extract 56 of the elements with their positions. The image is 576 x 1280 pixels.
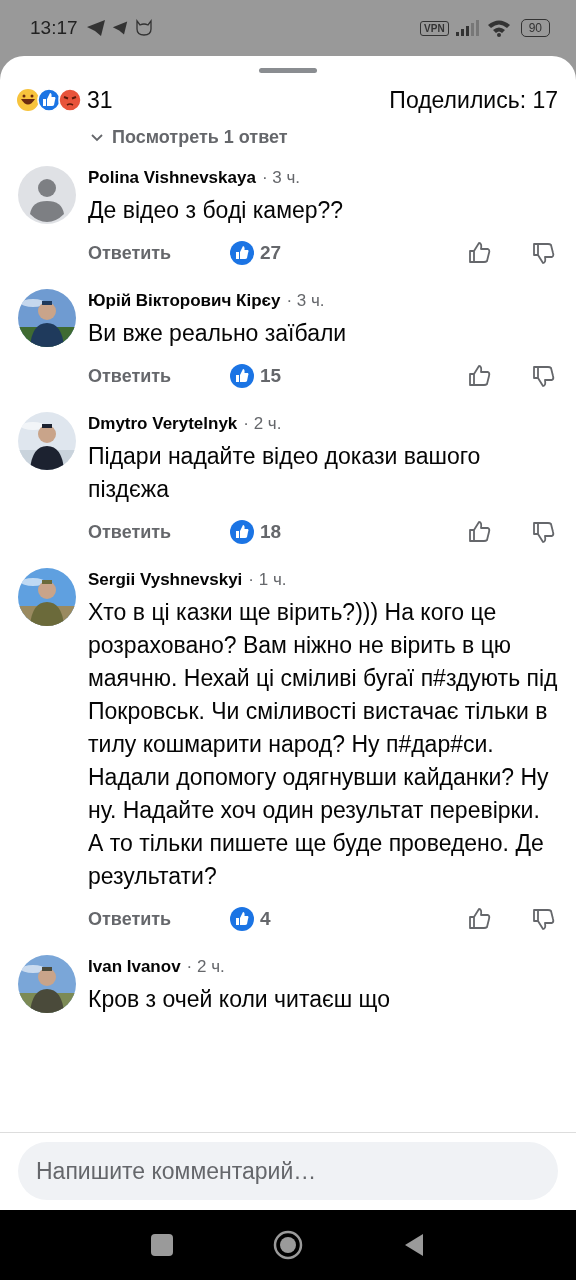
view-replies-link[interactable]: Посмотреть 1 ответ [90, 127, 288, 148]
battery-indicator: 90 [520, 19, 550, 37]
comment-author[interactable]: Dmytro Verytelnyk [88, 414, 238, 434]
thumbs-down-icon[interactable] [532, 364, 556, 388]
drag-handle[interactable] [259, 68, 317, 73]
like-count: 27 [260, 242, 282, 264]
laughing-emoji-icon [16, 88, 40, 112]
comment-time[interactable]: · 3 ч. [286, 291, 325, 311]
send-icon [111, 20, 128, 36]
default-avatar-icon[interactable] [18, 166, 76, 224]
thumbs-up-icon[interactable] [468, 907, 492, 931]
share-count[interactable]: Поделились: 17 [389, 86, 558, 114]
comment-input[interactable]: Напишите комментарий… [18, 1142, 558, 1200]
comment-text: Хто в ці казки ще вірить?))) На кого це розраховано? Вам ніжно не вірить в цю маячню. Нехай ці сміливі бугаї п#здують під Покровськ. Чи сміливості вистачає тільки в тилу кошмарити народ? Ну п#дар#си. Надали допомогу одягнувши кайданки? Ну ну. Надайте хоч один результат перевірки. А то тільки пишете ще буде проведено. Де результати? [88, 598, 558, 891]
thumbs-up-icon[interactable] [468, 520, 492, 544]
signal-icon [454, 20, 481, 36]
reply-button[interactable]: Ответить [88, 908, 230, 930]
like-count: 4 [260, 908, 271, 930]
thumbs-up-icon[interactable] [468, 364, 492, 388]
back-button[interactable] [403, 1233, 425, 1257]
thumbs-down-icon[interactable] [532, 241, 556, 265]
reply-button[interactable]: Ответить [88, 365, 230, 387]
comment-time[interactable]: · 2 ч. [243, 414, 282, 434]
home-button[interactable] [273, 1230, 303, 1260]
comment-text: Підари надайте відео докази вашого піздєжа [88, 442, 482, 504]
reply-button[interactable]: Ответить [88, 521, 230, 543]
like-icon [230, 520, 254, 544]
like-count: 18 [260, 521, 282, 543]
comment-time[interactable]: · 3 ч. [261, 168, 301, 188]
status-time: 13:17 [30, 17, 78, 39]
reaction-count[interactable]: 31 [87, 86, 113, 114]
comment-text: Кров з очей коли читаєш що [88, 985, 392, 1014]
reply-button[interactable]: Ответить [88, 242, 230, 264]
comment-text: Ви вже реально заїбали [88, 319, 348, 348]
chevron-down-icon [90, 132, 104, 143]
recents-button[interactable] [151, 1234, 173, 1256]
thumbs-up-icon[interactable] [468, 241, 492, 265]
like-icon [230, 241, 254, 265]
vpn-badge: VPN [420, 20, 449, 36]
like-icon [230, 907, 254, 931]
like-count: 15 [260, 365, 282, 387]
comment-author[interactable]: Ivan Ivanov [88, 957, 181, 977]
comment-text: Де відео з боді камер?? [88, 196, 345, 225]
angry-emoji-icon [58, 88, 82, 112]
like-icon [230, 364, 254, 388]
like-icon [37, 88, 61, 112]
comment-time[interactable]: · 1 ч. [248, 570, 287, 590]
comment-author[interactable]: Sergii Vyshnevskyi [88, 570, 243, 590]
send-icon [85, 19, 106, 37]
cat-icon [133, 19, 154, 37]
comment-time[interactable]: · 2 ч. [186, 957, 225, 977]
comment-author[interactable]: Юрій Вікторович Кірєу [88, 291, 281, 311]
thumbs-down-icon[interactable] [532, 907, 556, 931]
wifi-icon [486, 19, 511, 37]
comment-author[interactable]: Polina Vishnevskaya [88, 168, 256, 188]
thumbs-down-icon[interactable] [532, 520, 556, 544]
